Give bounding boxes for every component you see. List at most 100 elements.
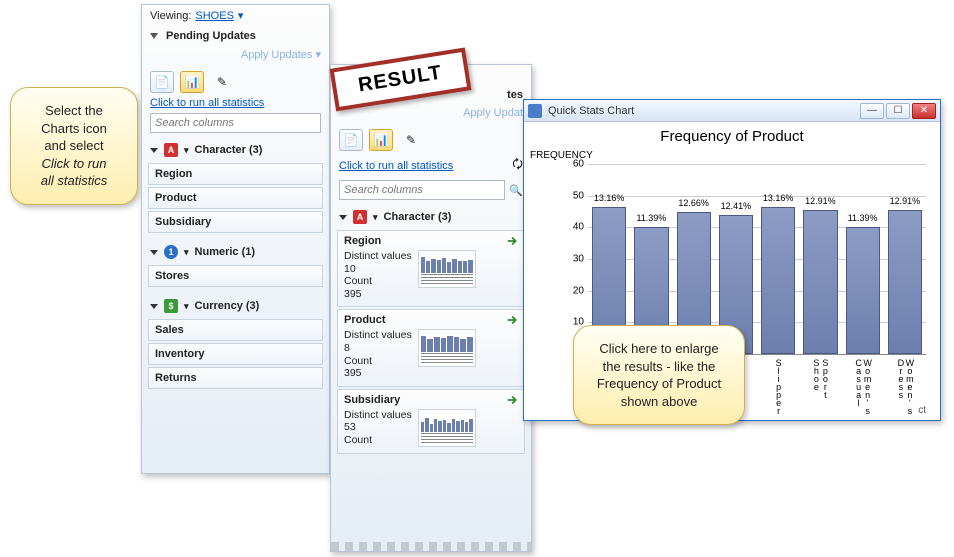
bar: 13.16%Slipper bbox=[761, 207, 795, 354]
column-item[interactable]: Sales bbox=[148, 319, 323, 341]
y-tick-label: 60 bbox=[554, 159, 584, 170]
column-item-product[interactable]: Product Distinct values 8 Count 395 bbox=[337, 309, 525, 386]
group-currency[interactable]: $ ▾ Currency (3) bbox=[142, 295, 329, 317]
column-name: Subsidiary bbox=[155, 216, 211, 228]
column-item[interactable]: Stores bbox=[148, 265, 323, 287]
collapse-icon bbox=[150, 148, 158, 153]
column-item-region[interactable]: Region Distinct values 10 Count 395 bbox=[337, 230, 525, 307]
columns-panel-initial: Viewing: SHOES ▾ Pending Updates Apply U… bbox=[141, 4, 330, 474]
bar-percent-label: 12.66% bbox=[678, 198, 709, 208]
column-name: Inventory bbox=[155, 348, 205, 360]
pending-updates-row[interactable]: Pending Updates bbox=[142, 26, 329, 46]
callout-text: and select bbox=[27, 137, 121, 155]
group-label: Currency (3) bbox=[195, 300, 260, 312]
bar-rect bbox=[846, 227, 880, 355]
group-character[interactable]: A ▾ Character (3) bbox=[331, 206, 531, 228]
bar-percent-label: 13.16% bbox=[594, 193, 625, 203]
sort-icon: ▾ bbox=[184, 145, 189, 156]
refresh-icon[interactable]: 🗘 bbox=[512, 155, 523, 176]
bar-percent-label: 12.91% bbox=[890, 196, 921, 206]
numeric-type-icon: 1 bbox=[164, 245, 178, 259]
search-columns-field[interactable]: 🔍 bbox=[339, 180, 523, 200]
run-all-stats-link[interactable]: Click to run all statistics bbox=[339, 160, 453, 172]
bar: 12.91%Women's Dress bbox=[888, 210, 922, 355]
column-item[interactable]: Subsidiary bbox=[148, 211, 323, 233]
stats-thumbnail[interactable] bbox=[418, 409, 476, 447]
callout-text: Charts icon bbox=[27, 120, 121, 138]
search-input[interactable] bbox=[339, 180, 505, 200]
stats-thumbnail[interactable] bbox=[418, 329, 476, 367]
column-name: Region bbox=[344, 235, 381, 247]
dropdown-icon[interactable]: ▾ bbox=[315, 49, 321, 61]
apply-updates-link[interactable]: Apply Updat bbox=[463, 107, 523, 119]
pending-updates-label: Pending Updates bbox=[166, 30, 256, 42]
stats-thumbnail[interactable] bbox=[418, 250, 476, 288]
collapse-icon bbox=[150, 250, 158, 255]
close-button[interactable]: ✕ bbox=[912, 103, 936, 119]
dropdown-icon[interactable]: ▾ bbox=[238, 9, 244, 22]
gridline bbox=[588, 164, 926, 165]
sort-icon: ▾ bbox=[184, 301, 189, 312]
details-view-button[interactable]: 📄 bbox=[339, 129, 363, 151]
search-input[interactable] bbox=[150, 113, 321, 133]
callout-text: Frequency of Product bbox=[590, 375, 728, 393]
column-item[interactable]: Returns bbox=[148, 367, 323, 389]
panel-toolbar: 📄 📊 ✎ bbox=[331, 125, 531, 155]
options-button[interactable]: ✎ bbox=[210, 71, 234, 93]
run-stats-icon[interactable] bbox=[506, 234, 520, 248]
group-character[interactable]: A ▾ Character (3) bbox=[142, 139, 329, 161]
column-item[interactable]: Region bbox=[148, 163, 323, 185]
chart-title: Frequency of Product bbox=[524, 122, 940, 147]
column-stats: Distinct values 53 Count bbox=[344, 409, 412, 447]
charts-view-button[interactable]: 📊 bbox=[180, 71, 204, 93]
callout-text: all statistics bbox=[27, 172, 121, 190]
apply-updates-link[interactable]: Apply Updates bbox=[241, 49, 313, 61]
options-button[interactable]: ✎ bbox=[399, 129, 423, 151]
collapse-icon bbox=[150, 33, 158, 39]
column-stats: Distinct values 10 Count 395 bbox=[344, 250, 412, 300]
bar-percent-label: 11.39% bbox=[636, 213, 666, 223]
bar: 11.39%Women's Casual bbox=[846, 227, 880, 355]
column-item[interactable]: Product bbox=[148, 187, 323, 209]
app-icon bbox=[528, 104, 542, 118]
maximize-button[interactable]: ☐ bbox=[886, 103, 910, 119]
y-tick-label: 30 bbox=[554, 254, 584, 265]
bar: 12.91%Sport Shoe bbox=[803, 210, 837, 355]
callout-text: shown above bbox=[590, 393, 728, 411]
column-name: Region bbox=[155, 168, 192, 180]
column-stats: Distinct values 8 Count 395 bbox=[344, 329, 412, 379]
x-category-label: Sport Shoe bbox=[811, 358, 829, 398]
x-category-label: Women's Dress bbox=[896, 358, 914, 414]
search-icon[interactable]: 🔍 bbox=[509, 184, 523, 197]
bar-rect bbox=[761, 207, 795, 354]
charts-view-button[interactable]: 📊 bbox=[369, 129, 393, 151]
bar-rect bbox=[803, 210, 837, 355]
run-stats-icon[interactable] bbox=[506, 393, 520, 407]
callout-text: Click here to enlarge bbox=[590, 340, 728, 358]
x-axis-label-truncated: ct bbox=[918, 405, 926, 416]
bar-rect bbox=[888, 210, 922, 355]
search-columns-field[interactable] bbox=[150, 113, 321, 133]
callout-text: the results - like the bbox=[590, 358, 728, 376]
window-titlebar[interactable]: Quick Stats Chart — ☐ ✕ bbox=[524, 100, 940, 122]
callout-left: Select the Charts icon and select Click … bbox=[10, 87, 138, 205]
column-item-subsidiary[interactable]: Subsidiary Distinct values 53 Count bbox=[337, 389, 525, 454]
minimize-button[interactable]: — bbox=[860, 103, 884, 119]
collapse-icon bbox=[339, 215, 347, 220]
column-name: Returns bbox=[155, 372, 197, 384]
sort-icon: ▾ bbox=[184, 247, 189, 258]
currency-type-icon: $ bbox=[164, 299, 178, 313]
run-all-stats-link[interactable]: Click to run all statistics bbox=[150, 97, 264, 109]
bar-percent-label: 11.39% bbox=[848, 213, 878, 223]
details-view-button[interactable]: 📄 bbox=[150, 71, 174, 93]
character-type-icon: A bbox=[353, 210, 367, 224]
panel-toolbar: 📄 📊 ✎ bbox=[142, 67, 329, 97]
viewing-row: Viewing: SHOES ▾ bbox=[142, 5, 329, 26]
group-numeric[interactable]: 1 ▾ Numeric (1) bbox=[142, 241, 329, 263]
viewing-dataset-link[interactable]: SHOES bbox=[195, 10, 234, 22]
column-item[interactable]: Inventory bbox=[148, 343, 323, 365]
y-tick-label: 10 bbox=[554, 317, 584, 328]
run-stats-icon[interactable] bbox=[506, 313, 520, 327]
group-label: Character (3) bbox=[195, 144, 263, 156]
window-title: Quick Stats Chart bbox=[548, 105, 634, 117]
